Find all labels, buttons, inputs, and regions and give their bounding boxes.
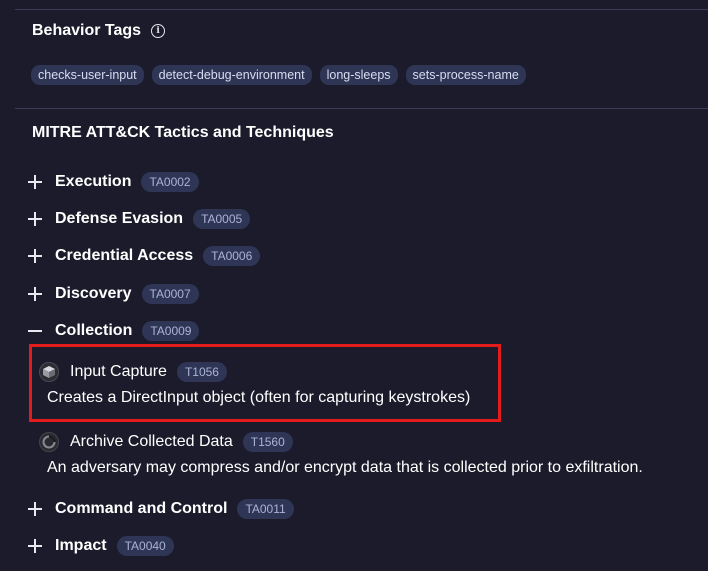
technique-description: An adversary may compress and/or encrypt… <box>47 459 643 476</box>
mitre-heading: MITRE ATT&CK Tactics and Techniques <box>32 124 334 142</box>
expand-plus-icon[interactable] <box>28 502 42 516</box>
tactic-name: Execution <box>55 173 132 190</box>
expand-plus-icon[interactable] <box>28 175 42 189</box>
tactic-id-badge: TA0040 <box>116 536 174 556</box>
tactic-id-badge: TA0009 <box>142 321 200 341</box>
technique-name: Archive Collected Data <box>70 433 233 450</box>
behavior-tag[interactable]: checks-user-input <box>31 65 144 85</box>
tactic-row-command-and-control[interactable]: Command and Control TA0011 <box>28 497 294 521</box>
analysis-panel: Behavior Tags i checks-user-input detect… <box>0 0 708 571</box>
behavior-tags-list: checks-user-input detect-debug-environme… <box>31 65 526 85</box>
technique-id-badge: T1560 <box>242 432 293 452</box>
expand-plus-icon[interactable] <box>28 539 42 553</box>
tactic-row-discovery[interactable]: Discovery TA0007 <box>28 282 199 306</box>
highlight-box <box>29 344 501 422</box>
tactic-id-badge: TA0005 <box>193 209 251 229</box>
tactic-row-credential-access[interactable]: Credential Access TA0006 <box>28 244 261 268</box>
tactic-name: Collection <box>55 322 133 339</box>
tactic-id-badge: TA0002 <box>141 172 199 192</box>
behavior-tags-title: Behavior Tags <box>32 22 142 39</box>
expand-plus-icon[interactable] <box>28 212 42 226</box>
tactic-name: Defense Evasion <box>55 210 184 227</box>
behavior-tag[interactable]: long-sleeps <box>319 65 398 85</box>
tactic-name: Discovery <box>55 285 132 302</box>
tactic-id-badge: TA0007 <box>141 284 199 304</box>
tactic-id-badge: TA0011 <box>237 499 294 519</box>
archive-icon <box>39 432 59 452</box>
tactic-name: Credential Access <box>55 247 194 264</box>
expand-plus-icon[interactable] <box>28 287 42 301</box>
tactic-name: Command and Control <box>55 500 228 517</box>
technique-row-archive-collected-data[interactable]: Archive Collected Data T1560 <box>39 430 293 454</box>
tactic-row-defense-evasion[interactable]: Defense Evasion TA0005 <box>28 207 251 231</box>
info-icon[interactable]: i <box>151 24 166 38</box>
behavior-tag[interactable]: detect-debug-environment <box>151 65 312 85</box>
tactic-row-collection[interactable]: Collection TA0009 <box>28 319 200 343</box>
behavior-tag[interactable]: sets-process-name <box>405 65 526 85</box>
collapse-minus-icon[interactable] <box>28 324 42 338</box>
tactic-row-execution[interactable]: Execution TA0002 <box>28 170 199 194</box>
tactic-name: Impact <box>55 537 107 554</box>
expand-plus-icon[interactable] <box>28 249 42 263</box>
mitre-title: MITRE ATT&CK Tactics and Techniques <box>32 124 334 141</box>
tactic-id-badge: TA0006 <box>203 246 261 266</box>
behavior-tags-heading: Behavior Tags i <box>32 22 166 40</box>
tactic-row-impact[interactable]: Impact TA0040 <box>28 534 174 558</box>
top-divider <box>15 9 708 10</box>
section-divider <box>15 108 708 109</box>
